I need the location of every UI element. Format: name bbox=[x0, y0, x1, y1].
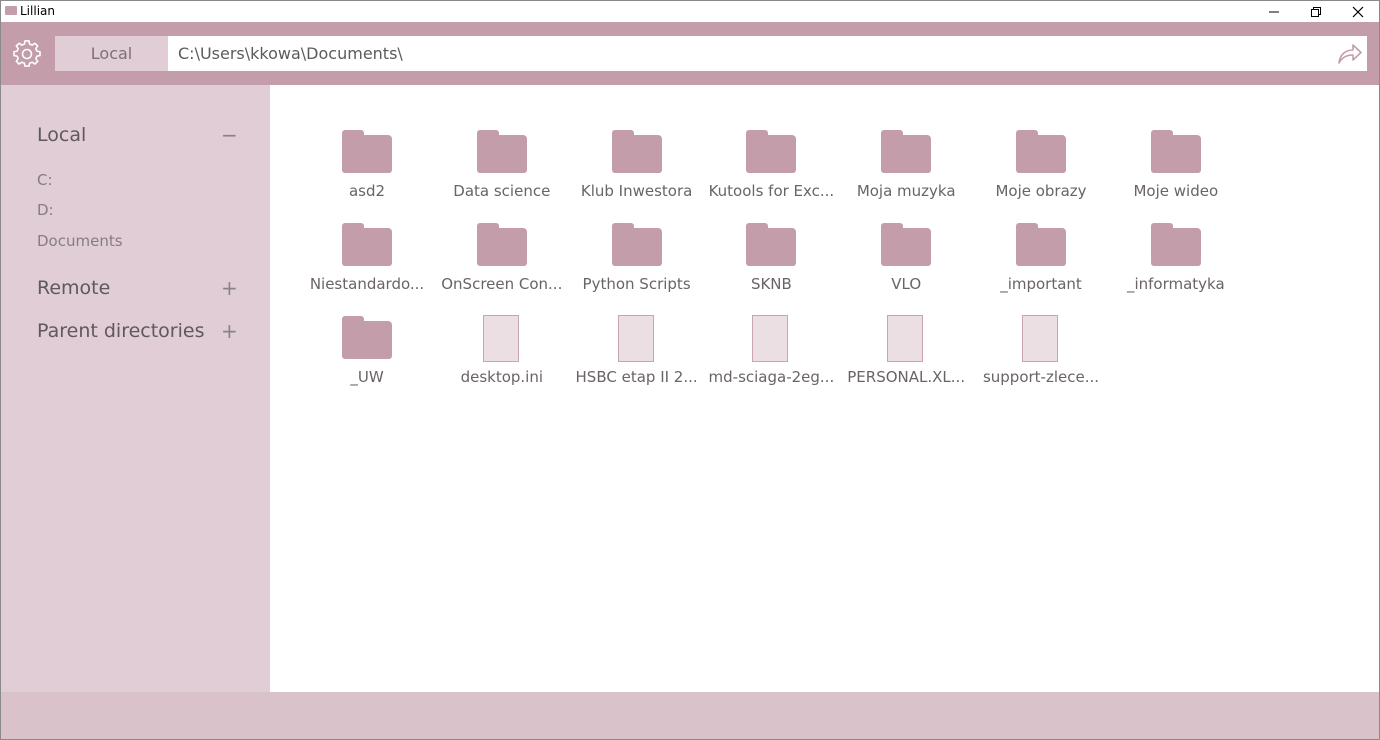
collapse-icon[interactable]: − bbox=[221, 123, 238, 147]
share-arrow-icon bbox=[1338, 44, 1362, 64]
sidebar-section-remote[interactable]: Remote + bbox=[37, 275, 238, 301]
folder-icon bbox=[342, 315, 392, 365]
file-icon bbox=[1016, 315, 1066, 365]
item-label: desktop.ini bbox=[460, 368, 544, 386]
folder-item[interactable]: Python Scripts bbox=[574, 222, 700, 302]
folder-icon bbox=[611, 222, 662, 272]
folder-icon bbox=[746, 222, 797, 272]
navigate-button[interactable] bbox=[1335, 40, 1365, 68]
folder-icon bbox=[881, 129, 932, 179]
item-label: VLO bbox=[891, 275, 922, 293]
sidebar-section-local[interactable]: Local − bbox=[37, 122, 238, 148]
section-title: Parent directories bbox=[37, 320, 205, 342]
restore-button[interactable] bbox=[1295, 1, 1337, 22]
file-icon bbox=[612, 315, 662, 365]
sidebar-section-parent-directories[interactable]: Parent directories + bbox=[37, 318, 238, 344]
folder-item[interactable]: Niestandardo... bbox=[304, 222, 430, 302]
folder-icon bbox=[342, 222, 392, 272]
item-label: Python Scripts bbox=[582, 275, 691, 293]
folder-item[interactable]: Moje obrazy bbox=[978, 129, 1104, 209]
folder-item[interactable]: Kutools for Exc... bbox=[708, 129, 834, 209]
folder-icon bbox=[1150, 222, 1201, 272]
item-label: HSBC etap II 2... bbox=[575, 368, 698, 386]
expand-icon[interactable]: + bbox=[221, 276, 238, 300]
item-label: Data science bbox=[453, 182, 551, 200]
folder-item[interactable]: _important bbox=[978, 222, 1104, 302]
folder-icon bbox=[342, 129, 392, 179]
app-folder-icon bbox=[5, 6, 17, 15]
location-tab-local[interactable]: Local bbox=[55, 36, 168, 71]
close-icon bbox=[1352, 6, 1364, 17]
close-button[interactable] bbox=[1337, 1, 1379, 22]
item-label: OnScreen Con... bbox=[441, 275, 563, 293]
item-label: asd2 bbox=[348, 182, 386, 200]
file-grid: asd2 Data science Klub Inwestora Kutools fo… bbox=[270, 85, 1379, 692]
folder-item[interactable]: asd2 bbox=[304, 129, 430, 209]
item-label: md-sciaga-2eg... bbox=[708, 368, 835, 386]
folder-icon bbox=[611, 129, 662, 179]
item-label: Klub Inwestora bbox=[580, 182, 693, 200]
item-label: _important bbox=[1000, 275, 1082, 293]
settings-button[interactable] bbox=[11, 38, 43, 70]
section-title: Remote bbox=[37, 277, 111, 299]
item-label: _informatyka bbox=[1126, 275, 1225, 293]
item-label: support-zlece... bbox=[982, 368, 1100, 386]
folder-icon bbox=[746, 129, 797, 179]
folder-item[interactable]: Moje wideo bbox=[1113, 129, 1239, 209]
folder-item[interactable]: SKNB bbox=[708, 222, 834, 302]
item-label: SKNB bbox=[750, 275, 792, 293]
section-title: Local bbox=[37, 124, 87, 146]
file-icon bbox=[477, 315, 527, 365]
item-label: Moje obrazy bbox=[995, 182, 1087, 200]
item-label: Kutools for Exc... bbox=[708, 182, 835, 200]
file-item[interactable]: support-zlece... bbox=[978, 315, 1104, 395]
title-bar[interactable]: Lillian bbox=[1, 1, 1379, 22]
folder-item[interactable]: Moja muzyka bbox=[843, 129, 969, 209]
sidebar: Local − C: D: Documents Remote + Parent … bbox=[1, 85, 270, 692]
item-label: PERSONAL.XL... bbox=[847, 368, 966, 386]
file-icon bbox=[881, 315, 931, 365]
file-item[interactable]: md-sciaga-2eg... bbox=[708, 315, 834, 395]
file-item[interactable]: HSBC etap II 2... bbox=[574, 315, 700, 395]
gear-icon bbox=[13, 40, 41, 67]
path-input[interactable] bbox=[168, 36, 1367, 71]
file-item[interactable]: desktop.ini bbox=[439, 315, 565, 395]
minimize-icon bbox=[1269, 11, 1279, 12]
folder-icon bbox=[476, 222, 527, 272]
minimize-button[interactable] bbox=[1253, 1, 1295, 22]
item-label: Moja muzyka bbox=[856, 182, 956, 200]
app-window: Lillian Local C:\Users\kkowa\Documents\ … bbox=[0, 0, 1380, 740]
restore-icon bbox=[1311, 6, 1321, 17]
folder-item[interactable]: _UW bbox=[304, 315, 430, 395]
file-icon bbox=[746, 315, 796, 365]
folder-item[interactable]: Data science bbox=[439, 129, 565, 209]
sidebar-item-c-drive[interactable]: C: bbox=[37, 171, 53, 189]
item-label: Niestandardo... bbox=[309, 275, 425, 293]
folder-icon bbox=[881, 222, 932, 272]
folder-icon bbox=[1016, 129, 1066, 179]
sidebar-item-documents[interactable]: Documents bbox=[37, 232, 123, 250]
folder-icon bbox=[476, 129, 527, 179]
item-label: _UW bbox=[350, 368, 384, 386]
toolbar: Local bbox=[1, 22, 1379, 85]
folder-item[interactable]: Klub Inwestora bbox=[574, 129, 700, 209]
window-title: Lillian bbox=[20, 4, 55, 18]
status-bar bbox=[1, 692, 1379, 739]
folder-icon bbox=[1016, 222, 1066, 272]
sidebar-item-d-drive[interactable]: D: bbox=[37, 201, 54, 219]
expand-icon[interactable]: + bbox=[221, 319, 238, 343]
folder-icon bbox=[1150, 129, 1201, 179]
file-item[interactable]: PERSONAL.XL... bbox=[843, 315, 969, 395]
folder-item[interactable]: _informatyka bbox=[1113, 222, 1239, 302]
folder-item[interactable]: OnScreen Con... bbox=[439, 222, 565, 302]
folder-item[interactable]: VLO bbox=[843, 222, 969, 302]
item-label: Moje wideo bbox=[1133, 182, 1219, 200]
